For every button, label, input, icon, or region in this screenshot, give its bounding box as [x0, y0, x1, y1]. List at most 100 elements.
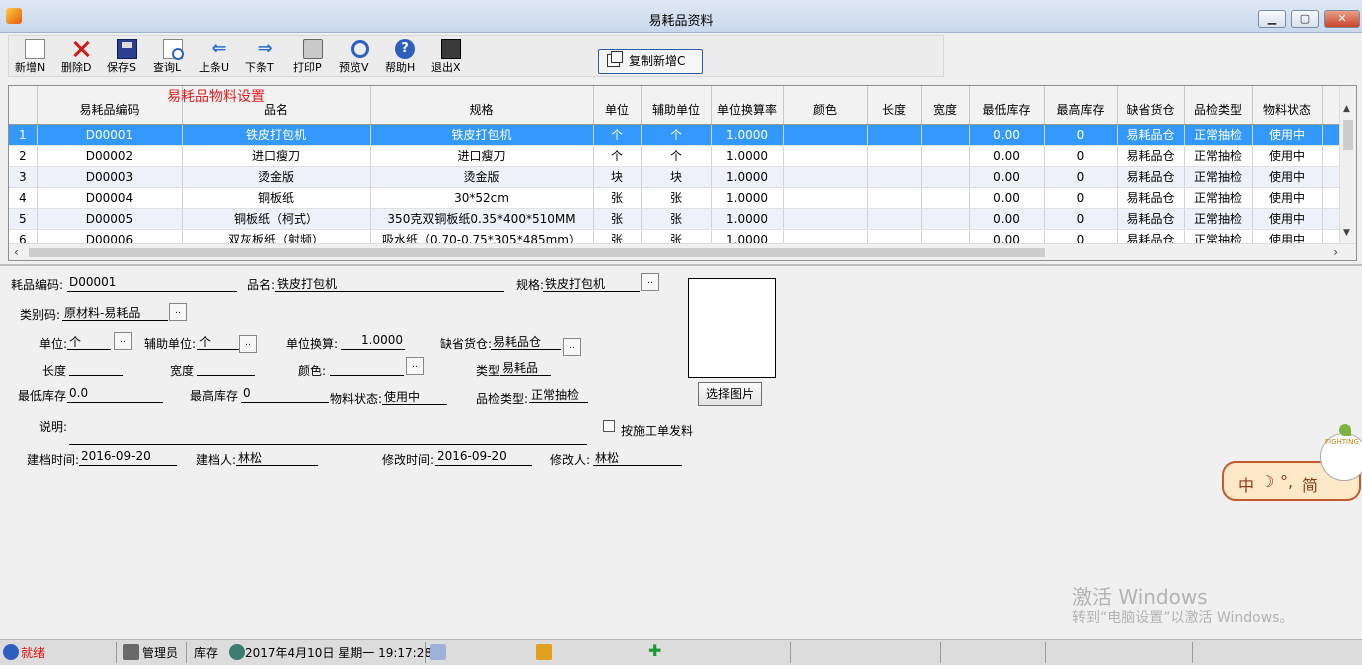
column-header[interactable]: 宽度	[921, 86, 970, 125]
table-cell[interactable]: 易耗品仓	[1117, 145, 1185, 167]
row-number-cell[interactable]: 1	[9, 124, 38, 146]
table-cell[interactable]: 正常抽检	[1184, 124, 1253, 146]
table-cell[interactable]: 铁皮打包机	[182, 124, 371, 146]
table-row[interactable]: 3 D00003 烫金版 烫金版块块 1.0000 0.00 0 易耗品仓 正常抽检 使用中	[9, 166, 1345, 188]
table-cell[interactable]	[921, 187, 970, 209]
table-cell[interactable]	[783, 208, 868, 230]
previous-record-button[interactable]: ⇐ 上条U	[199, 38, 239, 76]
table-cell[interactable]	[867, 124, 922, 146]
table-cell[interactable]: 30*52cm	[370, 187, 594, 209]
scroll-up-icon[interactable]: ▲	[1343, 104, 1350, 114]
column-header[interactable]: 最高库存	[1044, 86, 1118, 125]
column-header[interactable]: 物料状态	[1252, 86, 1323, 125]
warehouse-browse-button[interactable]: ..	[563, 338, 581, 356]
scroll-left-icon[interactable]: ‹	[14, 245, 19, 259]
table-cell[interactable]	[867, 208, 922, 230]
table-cell[interactable]	[783, 124, 868, 146]
code-field[interactable]: D00001	[67, 275, 237, 292]
aux-unit-field[interactable]: 个	[197, 333, 239, 350]
table-cell[interactable]: D00003	[37, 166, 183, 188]
column-header[interactable]: 长度	[867, 86, 922, 125]
type-field[interactable]: 易耗品	[500, 359, 551, 376]
table-cell[interactable]: 使用中	[1252, 166, 1323, 188]
creator-field[interactable]: 林松	[236, 449, 318, 466]
table-cell[interactable]	[921, 208, 970, 230]
row-number-cell[interactable]: 5	[9, 208, 38, 230]
maximize-button[interactable]: ▢	[1291, 10, 1319, 28]
scroll-down-icon[interactable]: ▼	[1343, 228, 1350, 238]
exit-button[interactable]: 退出X	[431, 38, 471, 76]
delete-button[interactable]: 删除D	[61, 38, 101, 76]
table-cell[interactable]: D00002	[37, 145, 183, 167]
splitter[interactable]	[0, 264, 1362, 266]
table-cell[interactable]: 铜板纸（柯式）	[182, 208, 371, 230]
table-row[interactable]: 2 D00002 进口瘦刀 进口瘦刀个个 1.0000 0.00 0 易耗品仓 正常抽检 使用中	[9, 145, 1345, 167]
column-header[interactable]: 最低库存	[969, 86, 1045, 125]
table-cell[interactable]: 正常抽检	[1184, 208, 1253, 230]
table-cell[interactable]: 0.00	[969, 166, 1045, 188]
table-cell[interactable]	[867, 145, 922, 167]
conversion-field[interactable]: 1.0000	[341, 333, 405, 350]
table-cell[interactable]: 0	[1044, 187, 1118, 209]
table-cell[interactable]	[783, 145, 868, 167]
help-button[interactable]: ? 帮助H	[385, 38, 425, 76]
created-time-field[interactable]: 2016-09-20	[79, 449, 177, 466]
table-cell[interactable]: 正常抽检	[1184, 166, 1253, 188]
modifier-field[interactable]: 林松	[593, 449, 682, 466]
table-cell[interactable]: 1.0000	[711, 208, 784, 230]
row-number-cell[interactable]: 2	[9, 145, 38, 167]
table-cell[interactable]: 易耗品仓	[1117, 187, 1185, 209]
name-field[interactable]: 铁皮打包机	[275, 275, 504, 292]
color-browse-button[interactable]: ..	[406, 357, 424, 375]
table-cell[interactable]: 个	[593, 124, 642, 146]
table-cell[interactable]: 张	[593, 208, 642, 230]
material-status-field[interactable]: 使用中	[382, 388, 447, 405]
table-cell[interactable]: 0.00	[969, 208, 1045, 230]
table-cell[interactable]: D00005	[37, 208, 183, 230]
table-cell[interactable]: 进口瘦刀	[370, 145, 594, 167]
row-number-cell[interactable]: 3	[9, 166, 38, 188]
column-header[interactable]: 缺省货仓	[1117, 86, 1185, 125]
preview-button[interactable]: 预览V	[339, 38, 379, 76]
column-header[interactable]: 单位	[593, 86, 642, 125]
close-button[interactable]: ✕	[1324, 10, 1360, 28]
width-field[interactable]	[197, 359, 255, 376]
table-cell[interactable]	[783, 166, 868, 188]
print-button[interactable]: 打印P	[293, 38, 333, 76]
category-browse-button[interactable]: ..	[169, 303, 187, 321]
modified-time-field[interactable]: 2016-09-20	[435, 449, 532, 466]
table-cell[interactable]: 使用中	[1252, 208, 1323, 230]
table-cell[interactable]: 铁皮打包机	[370, 124, 594, 146]
ime-toolbar[interactable]: 中 ☽ °, 简 FIGHTING	[1222, 424, 1362, 501]
scroll-right-icon[interactable]: ›	[1333, 245, 1338, 259]
ime-simplified-mode[interactable]: 简	[1302, 472, 1318, 496]
spec-field[interactable]: 铁皮打包机	[543, 275, 640, 292]
table-cell[interactable]: 块	[641, 166, 712, 188]
column-header[interactable]	[9, 86, 38, 125]
table-cell[interactable]	[921, 124, 970, 146]
vertical-scrollbar[interactable]: ▲ ▼	[1339, 86, 1356, 244]
table-cell[interactable]: 1.0000	[711, 166, 784, 188]
table-cell[interactable]: 进口瘦刀	[182, 145, 371, 167]
table-cell[interactable]	[867, 187, 922, 209]
ime-moon-icon[interactable]: ☽	[1260, 472, 1274, 491]
item-grid[interactable]: 易耗品编码 品名 规格 单位 辅助单位 单位换算率 颜色 长度 宽度 最低库存 …	[8, 85, 1357, 261]
table-cell[interactable]: 烫金版	[370, 166, 594, 188]
table-row[interactable]: 4 D00004 铜板纸 30*52cm 张张 1.0000 0.00 0 易耗品仓 正常抽检 使用…	[9, 187, 1345, 209]
table-cell[interactable]: 易耗品仓	[1117, 208, 1185, 230]
warehouse-field[interactable]: 易耗品仓	[491, 333, 561, 350]
remark-field[interactable]	[69, 428, 587, 445]
qc-type-field[interactable]: 正常抽检	[529, 386, 588, 403]
table-cell[interactable]: 张	[641, 208, 712, 230]
table-cell[interactable]: 使用中	[1252, 187, 1323, 209]
table-cell[interactable]: 张	[641, 187, 712, 209]
table-cell[interactable]	[921, 166, 970, 188]
query-button[interactable]: 查询L	[153, 38, 193, 76]
table-cell[interactable]: 1.0000	[711, 124, 784, 146]
copy-add-button[interactable]: 复制新增C	[598, 49, 703, 74]
save-button[interactable]: 保存S	[107, 38, 147, 76]
table-cell[interactable]: D00001	[37, 124, 183, 146]
spec-browse-button[interactable]: ..	[641, 273, 659, 291]
ime-punctuation-icon[interactable]: °,	[1280, 472, 1293, 491]
table-cell[interactable]: 1.0000	[711, 187, 784, 209]
